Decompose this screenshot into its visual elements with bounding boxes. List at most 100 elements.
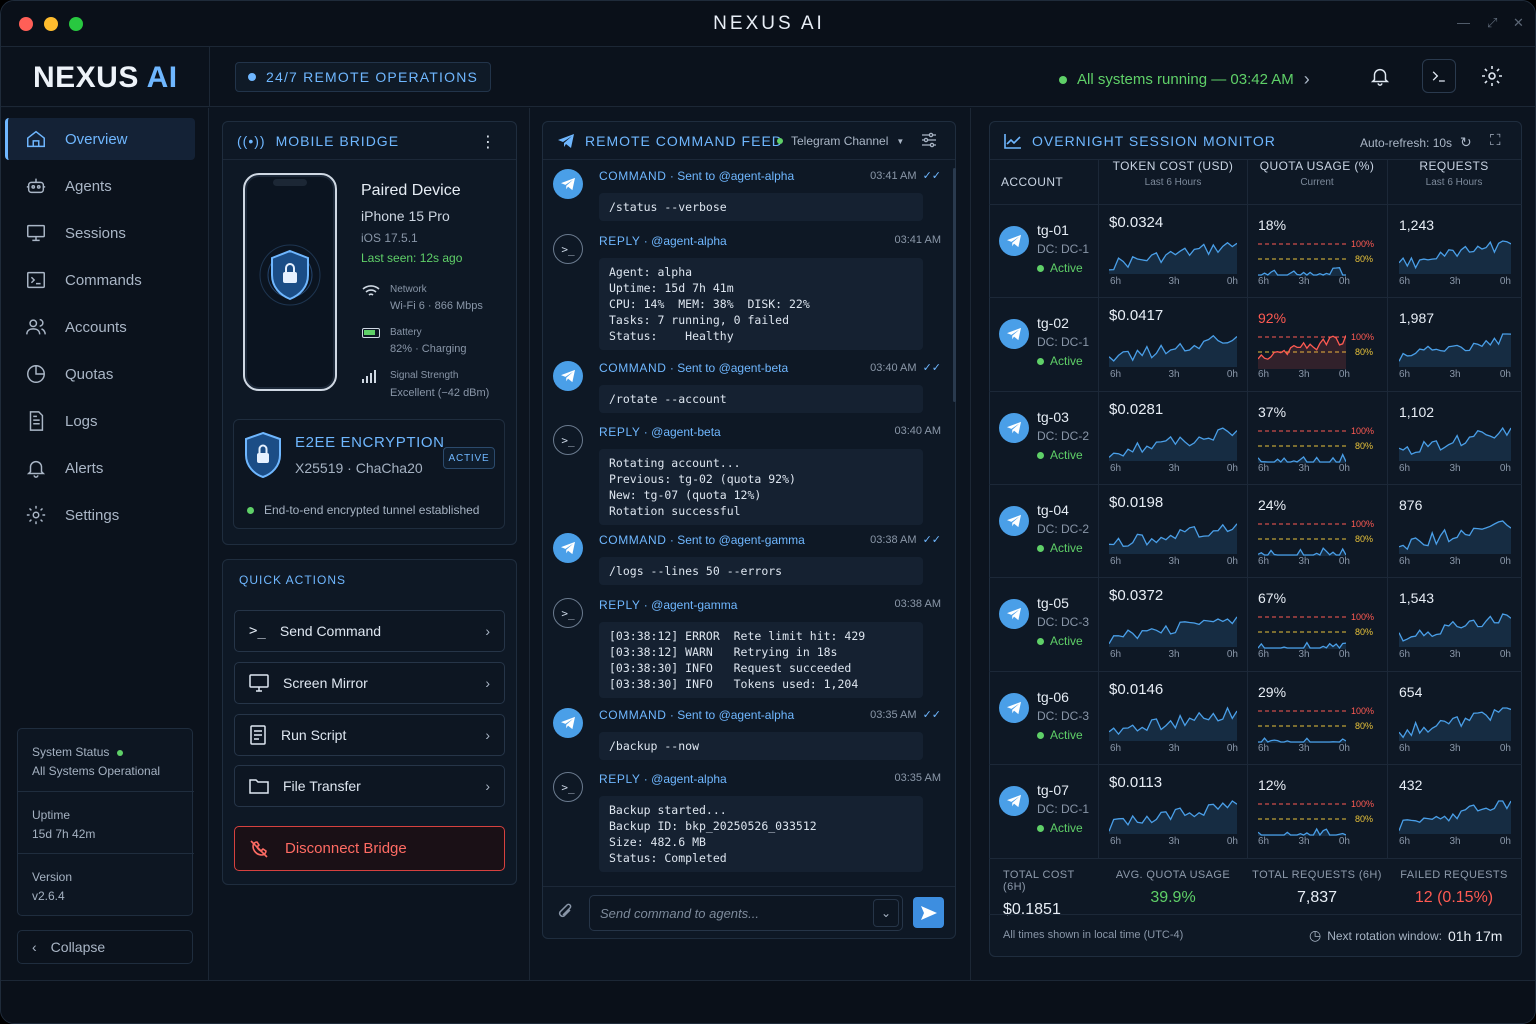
sidebar-item-sessions[interactable]: Sessions (5, 212, 195, 254)
device-model: iPhone 15 Pro (361, 208, 450, 224)
requests-sparkline (1399, 706, 1511, 741)
sidebar-item-overview[interactable]: Overview (5, 118, 195, 160)
device-os: iOS 17.5.1 (361, 231, 418, 245)
requests-value: 654 (1399, 683, 1423, 700)
telegram-icon (553, 169, 583, 199)
sidebar-item-agents[interactable]: Agents (5, 165, 195, 207)
clock-icon: ◷ (1309, 927, 1322, 943)
telegram-icon (999, 692, 1029, 723)
attach-button[interactable] (555, 901, 575, 928)
telegram-icon (553, 361, 583, 391)
total-requests: TOTAL REQUESTS (6H) 7,837 (1252, 869, 1382, 906)
settings-button[interactable] (1475, 59, 1509, 93)
sidebar-item-label: Accounts (65, 318, 127, 336)
sidebar-item-quotas[interactable]: Quotas (5, 353, 195, 395)
threshold-100-label: 100% (1351, 332, 1375, 343)
sidebar-item-label: Settings (65, 506, 120, 524)
send-button[interactable] (913, 897, 944, 928)
feed-scrollbar[interactable] (953, 168, 956, 402)
title-bar: NEXUS AI — ⤢ ✕ (1, 1, 1535, 47)
cost-sparkline (1109, 241, 1237, 274)
telegram-icon (553, 708, 583, 738)
minimize-icon[interactable]: — (1457, 15, 1470, 30)
telegram-icon (558, 133, 574, 148)
notifications-button[interactable] (1363, 59, 1397, 93)
channel-selector[interactable]: Telegram Channel ▼ (777, 134, 904, 148)
terminal-button[interactable] (1422, 59, 1456, 93)
file-transfer-button[interactable]: File Transfer › (234, 765, 505, 807)
token-cost-value: $0.0324 (1109, 214, 1164, 231)
sidebar-item-label: Agents (65, 177, 112, 195)
sidebar-item-settings[interactable]: Settings (5, 494, 195, 536)
requests-sparkline (1399, 333, 1511, 368)
e2ee-algorithm: X25519 · ChaCha20 (295, 460, 423, 476)
systems-status-link[interactable]: All systems running — 03:42 AM › (1059, 69, 1310, 90)
threshold-80-label: 80% (1355, 533, 1374, 544)
cost-sparkline (1109, 616, 1237, 648)
restore-icon[interactable]: ⤢ (1487, 15, 1497, 31)
telegram-icon (999, 599, 1029, 630)
sidebar-item-alerts[interactable]: Alerts (5, 447, 195, 489)
sparkline-axis: 6h 3h 0h (1258, 462, 1350, 474)
requests-sparkline (1399, 520, 1511, 554)
sparkline-axis: 6h 3h 0h (1258, 742, 1350, 754)
more-options-button[interactable]: ⋮ (480, 132, 496, 152)
sparkline-axis: 6h 3h 0h (1110, 276, 1238, 287)
expand-button[interactable]: ⛶ (1490, 132, 1501, 149)
send-command-button[interactable]: >_ Send Command › (234, 610, 505, 652)
last-seen: Last seen: 12s ago (361, 251, 463, 265)
phone-illustration (243, 173, 337, 391)
avg-quota: AVG. QUOTA USAGE 39.9% (1115, 869, 1231, 906)
threshold-80-label: 80% (1355, 720, 1374, 731)
token-cost-value: $0.0113 (1109, 773, 1163, 791)
sparkline-axis: 6h 3h 0h (1399, 462, 1511, 474)
chevron-right-icon: › (485, 778, 490, 794)
status-label: System Status (32, 745, 110, 759)
requests-sparkline (1399, 613, 1511, 648)
app-window: NEXUS AI — ⤢ ✕ NEXUS AI 24/7 REMOTE OPER… (0, 0, 1536, 1024)
total-cost: TOTAL COST (6H) $0.1851 (1003, 869, 1075, 918)
sidebar-item-logs[interactable]: Logs (5, 400, 195, 442)
run-script-button[interactable]: Run Script › (234, 714, 505, 756)
message-body: /status --verbose (599, 193, 923, 221)
double-check-icon: ✓✓ (922, 362, 941, 374)
terminal-icon: >_ (553, 425, 583, 455)
auto-refresh-toggle[interactable]: Auto-refresh: 10s ↻ (1360, 134, 1472, 151)
bell-icon (26, 460, 46, 478)
threshold-80-label: 80% (1355, 813, 1374, 824)
logo: NEXUS AI (33, 61, 178, 94)
requests-sparkline (1399, 240, 1511, 274)
cost-sparkline (1109, 335, 1237, 368)
threshold-100-label: 100% (1351, 425, 1375, 436)
sidebar-item-commands[interactable]: Commands (5, 259, 195, 301)
sidebar-item-label: Overview (65, 130, 128, 148)
account-cell: tg-06 DC: DC-3 Active (1037, 688, 1090, 742)
collapse-button[interactable]: ‹ Collapse (17, 930, 193, 964)
account-cell: tg-04 DC: DC-2 Active (1037, 501, 1090, 555)
account-cell: tg-07 DC: DC-1 Active (1037, 781, 1090, 835)
cost-sparkline (1109, 426, 1237, 461)
command-input[interactable]: Send command to agents... (589, 895, 903, 931)
quota-sparkline (1258, 616, 1346, 650)
disconnect-bridge-button[interactable]: Disconnect Bridge (234, 826, 505, 871)
quota-value: 29% (1258, 683, 1287, 700)
window-title: NEXUS AI (713, 13, 825, 34)
telegram-icon (999, 226, 1029, 256)
token-cost-value: $0.0281 (1109, 400, 1164, 418)
message-body: Rotating account... Previous: tg-02 (quo… (599, 449, 923, 525)
close-icon[interactable]: ✕ (1513, 15, 1524, 31)
sparkline-axis: 6h 3h 0h (1258, 835, 1350, 847)
status-value: All Systems Operational (32, 764, 161, 778)
timezone-note: All times shown in local time (UTC-4) (1003, 929, 1184, 941)
quota-value: 37% (1258, 403, 1287, 420)
battery-value: 82% · Charging (390, 343, 467, 355)
quota-value: 24% (1258, 496, 1287, 513)
agent-dropdown-button[interactable]: ⌄ (873, 899, 899, 927)
robot-icon (26, 178, 46, 194)
filter-button[interactable] (921, 132, 937, 153)
broadcast-icon: ((•)) (237, 132, 266, 149)
screen-mirror-button[interactable]: Screen Mirror › (234, 662, 505, 704)
sidebar-item-accounts[interactable]: Accounts (5, 306, 195, 348)
requests-value: 1,243 (1399, 217, 1435, 233)
quota-sparkline (1258, 335, 1346, 370)
